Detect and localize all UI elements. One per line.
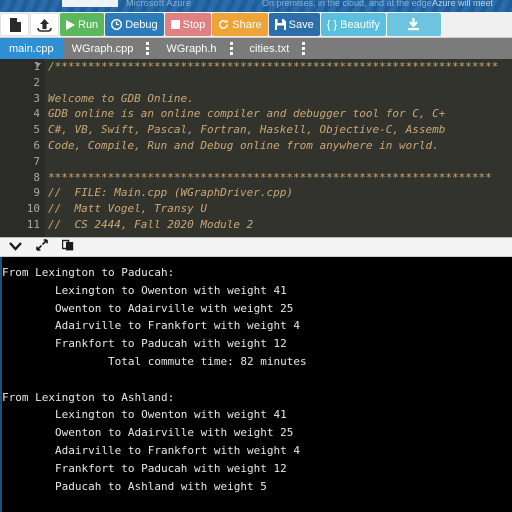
- tab-bar-filler: [313, 38, 512, 59]
- stop-button[interactable]: Stop: [164, 13, 212, 36]
- tab-wgraph-cpp[interactable]: WGraph.cpp: [63, 38, 143, 59]
- console-line: Owenton to Adairville with weight 25: [2, 301, 294, 315]
- tab-main-cpp[interactable]: main.cpp: [0, 38, 63, 59]
- upload-cloud-icon: [37, 18, 52, 32]
- line-number: 9: [33, 186, 40, 200]
- console-left-border: [0, 257, 2, 512]
- tab-cities-txt[interactable]: cities.txt: [241, 38, 299, 59]
- expand-arrows-icon[interactable]: [36, 238, 48, 256]
- copy-icon[interactable]: [61, 238, 74, 256]
- download-icon: [407, 18, 420, 31]
- console-line: From Lexington to Ashland:: [2, 390, 175, 404]
- fold-triangle-icon[interactable]: [35, 63, 41, 67]
- console-line: Lexington to Owenton with weight 41: [2, 283, 287, 297]
- run-button-label: Run: [78, 18, 99, 31]
- share-refresh-icon: [218, 19, 229, 30]
- share-button-label: Share: [232, 18, 262, 31]
- debug-button-label: Debug: [125, 18, 158, 31]
- file-tab-bar: main.cpp WGraph.cpp WGraph.h cities.txt: [0, 38, 512, 59]
- stop-button-label: Stop: [182, 18, 206, 31]
- code-content[interactable]: /***************************************…: [45, 59, 512, 233]
- line-number: 11: [26, 217, 40, 231]
- save-button[interactable]: Save: [268, 13, 320, 36]
- code-line: Code, Compile, Run and Debug online from…: [48, 138, 439, 152]
- save-button-label: Save: [288, 18, 314, 31]
- beautify-button-label: { } Beautify: [326, 18, 380, 31]
- console-line: From Lexington to Paducah:: [2, 266, 175, 279]
- console-panel-toolbar: [0, 237, 512, 257]
- microsoft-logo-icon: [62, 0, 118, 7]
- ad-banner-text-3: Azure will meet: [432, 0, 494, 8]
- debug-icon: [111, 19, 123, 30]
- code-line: GDB online is an online compiler and deb…: [48, 107, 446, 121]
- console-line: Total commute time: 82 minutes: [2, 354, 307, 368]
- code-line: /***************************************…: [48, 60, 499, 73]
- chevron-down-icon[interactable]: [9, 238, 22, 256]
- tab-label: cities.txt: [249, 42, 290, 55]
- share-button[interactable]: Share: [212, 13, 268, 36]
- code-line: // FILE: Main.cpp (WGraphDriver.cpp): [48, 186, 294, 200]
- line-number: 7: [33, 154, 40, 168]
- console-output[interactable]: From Lexington to Paducah: Lexington to …: [0, 257, 512, 512]
- floppy-disk-icon: [274, 19, 286, 30]
- code-line: // Matt Vogel, Transy U: [48, 202, 207, 216]
- line-number: 8: [33, 170, 40, 184]
- debug-button[interactable]: Debug: [105, 13, 164, 36]
- line-number: 10: [26, 202, 40, 216]
- console-line: Adairville to Frankfort with weight 4: [2, 443, 301, 457]
- line-number: 6: [33, 138, 40, 152]
- code-line: // CS 2444, Fall 2020 Module 2: [48, 217, 254, 231]
- code-line: Welcome to GDB Online.: [48, 91, 194, 105]
- tab-menu-wgraph-cpp[interactable]: [142, 38, 157, 59]
- tab-label: WGraph.h: [166, 42, 217, 55]
- line-number: 5: [33, 123, 40, 137]
- ad-banner-text-2: On premises, in the cloud, and at the ed…: [262, 0, 432, 8]
- stop-square-icon: [170, 20, 180, 29]
- tab-label: WGraph.cpp: [71, 42, 134, 55]
- play-icon: [66, 19, 75, 30]
- console-line: Owenton to Adairville with weight 25: [2, 426, 294, 440]
- console-line: Frankfort to Paducah with weight 12: [2, 337, 287, 351]
- console-line: Frankfort to Paducah with weight 12: [2, 461, 287, 475]
- code-editor[interactable]: 1 2 3 4 5 6 7 8 9 10 11 /***************…: [0, 59, 512, 237]
- ad-banner[interactable]: Microsoft Azure On premises, in the clou…: [0, 0, 512, 12]
- run-button[interactable]: Run: [60, 13, 105, 36]
- line-number: 4: [33, 107, 40, 121]
- line-number: 2: [33, 75, 40, 89]
- line-number: 3: [33, 91, 40, 105]
- tab-wgraph-h[interactable]: WGraph.h: [157, 38, 225, 59]
- new-file-button[interactable]: [0, 13, 29, 36]
- vertical-dots-icon: [302, 42, 306, 55]
- console-line: Paducah to Ashland with weight 5: [2, 479, 267, 493]
- vertical-dots-icon: [229, 42, 233, 55]
- console-line: Adairville to Frankfort with weight 4: [2, 319, 301, 333]
- code-line: C#, VB, Swift, Pascal, Fortran, Haskell,…: [48, 123, 446, 137]
- gdb-online-ide: Microsoft Azure On premises, in the clou…: [0, 0, 512, 512]
- new-file-icon: [9, 17, 21, 32]
- console-line: Lexington to Owenton with weight 41: [2, 408, 287, 422]
- download-button[interactable]: [386, 13, 441, 36]
- line-number-gutter: 1 2 3 4 5 6 7 8 9 10 11: [0, 59, 45, 237]
- tab-menu-wgraph-h[interactable]: [226, 38, 241, 59]
- ad-banner-text-1: Microsoft Azure: [126, 0, 192, 8]
- code-line: ****************************************…: [48, 170, 492, 184]
- vertical-dots-icon: [146, 42, 150, 55]
- beautify-button[interactable]: { } Beautify: [320, 13, 386, 36]
- upload-button[interactable]: [30, 13, 59, 36]
- main-toolbar: Run Debug Stop Share Save {} Beautify: [0, 12, 512, 38]
- tab-label: main.cpp: [9, 42, 54, 55]
- tab-menu-cities-txt[interactable]: [298, 38, 313, 59]
